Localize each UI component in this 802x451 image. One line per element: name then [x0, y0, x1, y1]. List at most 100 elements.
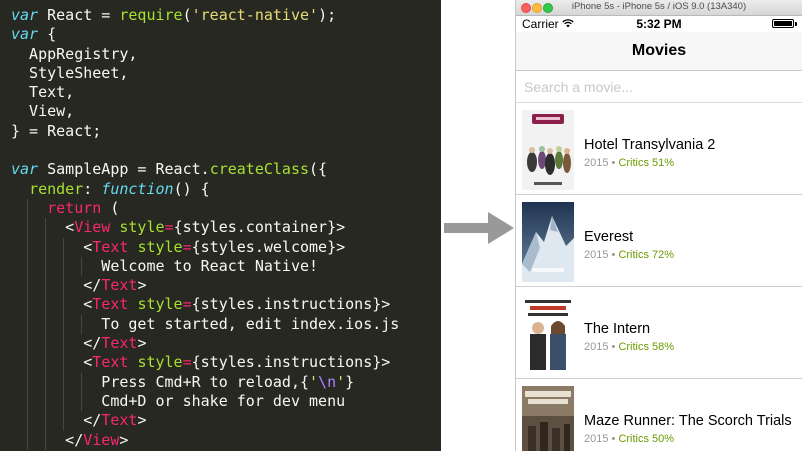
indent-guide [81, 314, 83, 335]
code-line: </Text> [11, 276, 399, 296]
movie-row-everest[interactable]: Everest 2015 • Critics 72% [516, 195, 802, 287]
navigation-bar: Movies [516, 32, 802, 71]
code-token: {styles.instructions}> [191, 295, 391, 314]
code-line: AppRegistry, [11, 45, 399, 64]
critics-score: Critics 50% [618, 433, 675, 445]
indent-guide [27, 314, 29, 335]
movie-year: 2015 [584, 249, 609, 261]
code-token: : [83, 179, 102, 198]
code-token: AppRegistry, [11, 44, 138, 63]
page-title: Movies [631, 42, 687, 59]
code-line: var { [11, 25, 399, 44]
code-token: require [119, 6, 183, 24]
code-token: ( [101, 198, 120, 217]
code-token: Text [92, 295, 129, 314]
code-line: return ( [11, 198, 399, 219]
code-token: } [345, 372, 355, 391]
code-editor[interactable]: var React = require('react-native'); var … [0, 0, 441, 451]
code-token: ' [336, 372, 346, 391]
code-token: = [182, 295, 192, 314]
code-token: > [137, 334, 147, 353]
simulator-title: iPhone 5s - iPhone 5s / iOS 9.0 (13A340) [571, 1, 747, 12]
code-token: 'react-native' [191, 6, 319, 24]
code-token: render [29, 179, 84, 198]
indent-guide [45, 314, 47, 335]
movie-row-maze-runner-the-scorch-trials[interactable]: Maze Runner: The Scorch Trials 2015 • Cr… [516, 379, 802, 451]
indent-guide [45, 334, 47, 354]
code-token: React = [38, 6, 120, 24]
code-token: } = React; [11, 121, 102, 140]
code-token: To get started, edit index.ios.js [11, 314, 400, 333]
code-token: Text [92, 353, 129, 372]
movie-title: The Intern [584, 321, 651, 337]
code-line: Welcome to React Native! [11, 256, 399, 277]
code-token: ' [309, 372, 319, 391]
meta-separator: • [608, 157, 619, 169]
indent-guide [45, 256, 47, 277]
code-line: StyleSheet, [11, 64, 399, 83]
code-token: </ [11, 411, 102, 430]
battery-icon [772, 19, 794, 28]
code-line: View, [11, 102, 399, 121]
code-token: {styles.welcome}> [191, 237, 346, 256]
code-token: function [101, 179, 174, 198]
code-token: Press Cmd+R to reload,{ [11, 372, 310, 391]
movie-meta: 2015 • Critics 58% [584, 341, 674, 353]
code-token: Text, [11, 83, 75, 102]
meta-separator: • [608, 433, 619, 445]
code-token: style [119, 218, 165, 237]
code-token: var [11, 25, 39, 44]
code-token: < [11, 353, 93, 372]
indent-guide [81, 256, 83, 277]
indent-guide [63, 391, 65, 412]
movie-year: 2015 [584, 433, 609, 445]
code-token: var [11, 160, 39, 179]
indent-guide [81, 372, 83, 392]
indent-guide [45, 430, 47, 450]
code-line: Text, [11, 83, 399, 102]
search-input[interactable] [516, 71, 802, 102]
code-token: < [11, 218, 75, 237]
code-line: </View> [11, 430, 399, 450]
code-line: } = React; [11, 122, 399, 141]
movie-title: Maze Runner: The Scorch Trials [584, 413, 792, 429]
indent-guide [63, 276, 65, 296]
movie-meta: 2015 • Critics 50% [584, 433, 674, 445]
code-token: \n [318, 372, 337, 391]
indent-guide [63, 314, 65, 335]
movie-poster-image [522, 386, 574, 451]
indent-guide [45, 218, 47, 238]
code-token: Text [101, 411, 138, 430]
code-line: <Text style={styles.welcome}> [11, 237, 399, 257]
indent-guide [63, 372, 65, 392]
code-text[interactable]: var React = require('react-native'); var … [11, 6, 399, 450]
code-line: </Text> [11, 411, 399, 431]
indent-guide [27, 198, 29, 219]
code-line: To get started, edit index.ios.js [11, 314, 400, 335]
indent-guide [27, 256, 29, 277]
movie-year: 2015 [584, 157, 609, 169]
movie-meta: 2015 • Critics 51% [584, 157, 674, 169]
status-bar: Carrier 5:32 PM [516, 16, 802, 32]
indent-guide [45, 372, 47, 392]
movie-row-the-intern[interactable]: The Intern 2015 • Critics 58% [516, 287, 802, 379]
code-token: Text [92, 237, 129, 256]
battery-tip [795, 22, 797, 26]
code-token: </ [11, 430, 84, 449]
code-token: ( [182, 6, 192, 24]
code-token: Text [101, 334, 138, 353]
indent-guide [27, 295, 29, 315]
code-token: = [182, 237, 192, 256]
movie-row-hotel-transylvania-2[interactable]: Hotel Transylvania 2 2015 • Critics 51% [516, 103, 802, 195]
movie-list: Hotel Transylvania 2 2015 • Critics 51% … [516, 103, 802, 451]
code-token: { [38, 25, 57, 44]
movie-title: Everest [584, 229, 634, 245]
indent-guide [27, 218, 29, 238]
code-token: style [137, 237, 183, 256]
indent-guide [27, 411, 29, 431]
indent-guide [45, 391, 47, 412]
critics-score: Critics 51% [618, 157, 675, 169]
code-token: > [137, 411, 147, 430]
